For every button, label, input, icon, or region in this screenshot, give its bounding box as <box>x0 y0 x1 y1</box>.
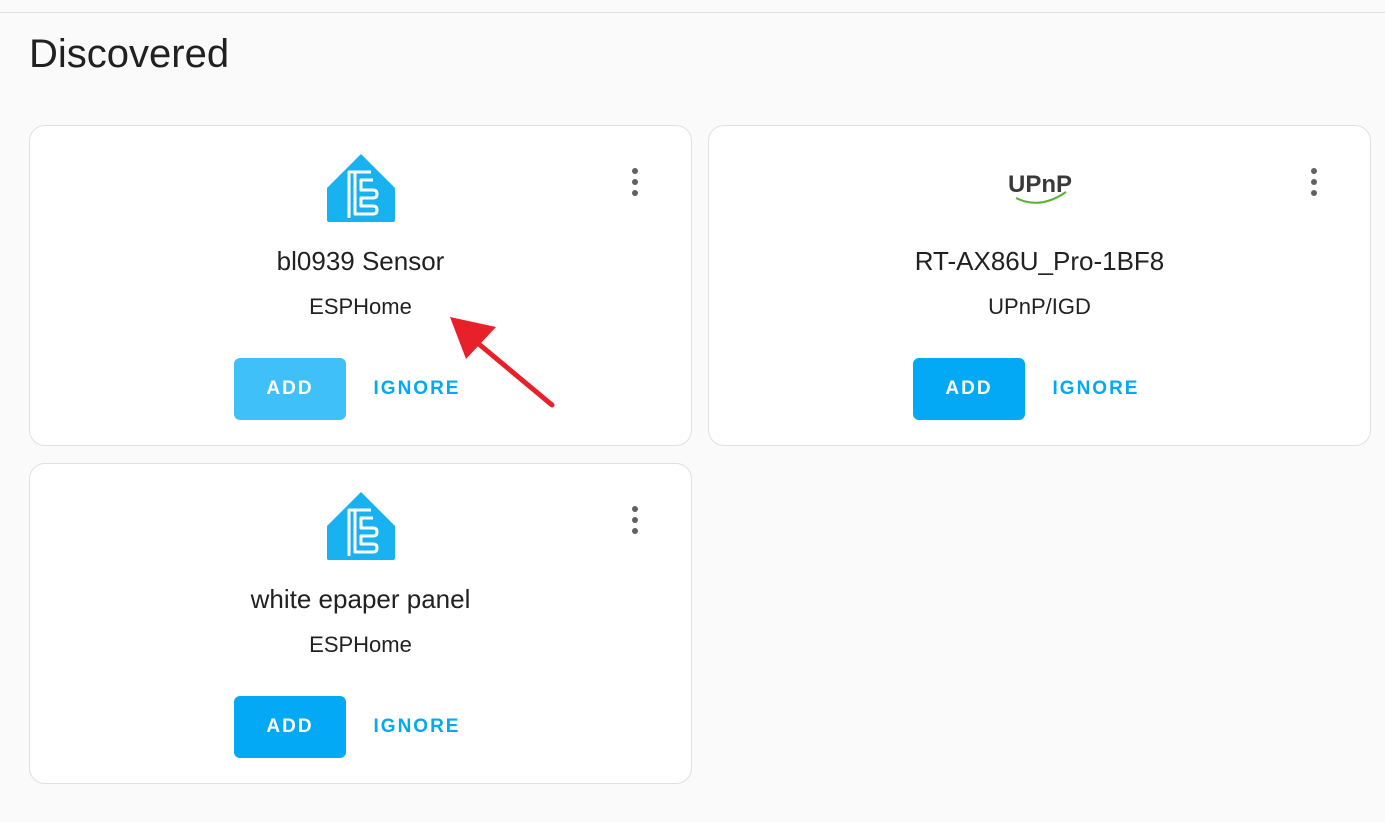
discovered-card: white epaper panel ESPHome ADD IGNORE <box>29 463 692 784</box>
ignore-button[interactable]: IGNORE <box>1041 358 1151 420</box>
upnp-logo: UPnP <box>1004 152 1076 224</box>
dot-icon <box>632 190 638 196</box>
overflow-menu-button[interactable] <box>1298 162 1330 202</box>
add-button[interactable]: ADD <box>234 358 346 420</box>
section-title: Discovered <box>29 32 230 76</box>
dot-icon <box>632 168 638 174</box>
dot-icon <box>1311 179 1317 185</box>
discovered-card: UPnP RT-AX86U_Pro-1BF8 UPnP/IGD ADD IGNO… <box>708 125 1371 446</box>
ignore-button[interactable]: IGNORE <box>362 696 472 758</box>
esphome-icon <box>325 490 397 562</box>
dot-icon <box>632 179 638 185</box>
ignore-button[interactable]: IGNORE <box>362 358 472 420</box>
add-button[interactable]: ADD <box>913 358 1025 420</box>
dot-icon <box>632 528 638 534</box>
overflow-menu-button[interactable] <box>619 500 651 540</box>
card-title: bl0939 Sensor <box>276 246 445 276</box>
card-title: white epaper panel <box>250 584 471 614</box>
card-integration: UPnP/IGD <box>988 294 1091 319</box>
dot-icon <box>1311 168 1317 174</box>
esphome-icon <box>325 152 397 224</box>
discovered-card: bl0939 Sensor ESPHome ADD IGNORE <box>29 125 692 446</box>
overflow-menu-button[interactable] <box>619 162 651 202</box>
add-button[interactable]: ADD <box>234 696 346 758</box>
card-integration: ESPHome <box>309 632 412 657</box>
card-integration: ESPHome <box>309 294 412 319</box>
top-divider <box>0 12 1385 13</box>
card-title: RT-AX86U_Pro-1BF8 <box>914 246 1165 276</box>
dot-icon <box>632 506 638 512</box>
dot-icon <box>632 517 638 523</box>
dot-icon <box>1311 190 1317 196</box>
